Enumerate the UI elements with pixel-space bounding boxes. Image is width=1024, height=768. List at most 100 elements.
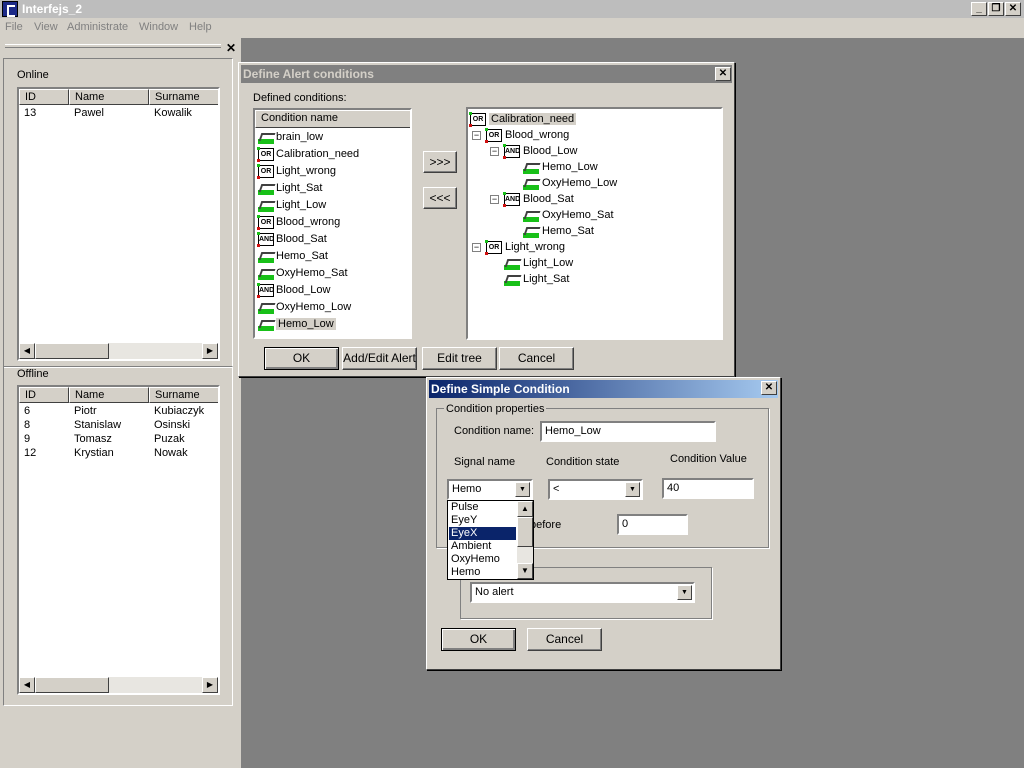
dropdown-option[interactable]: Hemo xyxy=(449,566,516,579)
scroll-left-icon[interactable]: ◀ xyxy=(19,677,35,693)
chevron-down-icon[interactable]: ▼ xyxy=(625,482,640,497)
chevron-down-icon[interactable]: ▼ xyxy=(515,482,530,497)
tree-node[interactable]: AND Blood_Low xyxy=(503,143,577,159)
alert-combo[interactable]: No alert ▼ xyxy=(470,582,695,603)
panel-close-icon[interactable]: ✕ xyxy=(226,41,236,55)
signal-name-dropdown[interactable]: Pulse EyeY EyeX Ambient OxyHemo Hemo ▲ ▼ xyxy=(447,500,534,580)
offline-list[interactable]: ID Name Surname 6 Piotr Kubiaczyk 8 Stan… xyxy=(17,385,220,695)
list-item[interactable]: OR Light_wrong xyxy=(257,163,336,179)
list-item[interactable]: brain_low xyxy=(258,129,323,145)
tree-expander-icon[interactable]: − xyxy=(472,243,481,252)
conditions-tree[interactable]: OR Calibration_need − OR Blood_wrong − AND Bloo… xyxy=(466,107,723,340)
table-row[interactable]: 6 Piotr Kubiaczyk xyxy=(19,404,218,418)
simple-cancel-button[interactable]: Cancel xyxy=(527,628,602,651)
table-row[interactable]: 12 Krystian Nowak xyxy=(19,446,218,460)
edit-tree-button[interactable]: Edit tree xyxy=(422,347,497,370)
tree-node[interactable]: OxyHemo_Low xyxy=(523,175,617,191)
scroll-right-icon[interactable]: ▶ xyxy=(202,343,218,359)
tree-expander-icon[interactable]: − xyxy=(490,195,499,204)
table-row[interactable]: 9 Tomasz Puzak xyxy=(19,432,218,446)
before-input[interactable]: 0 xyxy=(617,514,688,535)
panel-grip[interactable] xyxy=(5,44,221,48)
column-surname[interactable]: Surname xyxy=(149,387,218,403)
list-item[interactable]: Hemo_Low xyxy=(258,316,336,332)
remove-from-tree-button[interactable]: <<< xyxy=(423,187,457,209)
table-row[interactable]: 13 Pawel Kowalik xyxy=(19,106,218,120)
alert-dialog-close-button[interactable]: ✕ xyxy=(715,67,731,81)
condition-name-header[interactable]: Condition name xyxy=(255,110,410,128)
restore-button[interactable]: ❒ xyxy=(988,2,1004,16)
condition-name-input[interactable]: Hemo_Low xyxy=(540,421,716,442)
tree-node[interactable]: Light_Low xyxy=(504,255,573,271)
signal-name-combo[interactable]: Hemo ▼ xyxy=(447,479,533,500)
column-name[interactable]: Name xyxy=(69,387,149,403)
scroll-thumb[interactable] xyxy=(517,517,533,547)
list-item[interactable]: OxyHemo_Low xyxy=(258,299,351,315)
condition-value-input[interactable]: 40 xyxy=(662,478,754,499)
list-item[interactable]: OxyHemo_Sat xyxy=(258,265,348,281)
tree-node[interactable]: OR Blood_wrong xyxy=(485,127,569,143)
scroll-left-icon[interactable]: ◀ xyxy=(19,343,35,359)
list-item[interactable]: Hemo_Sat xyxy=(258,248,328,264)
scroll-thumb[interactable] xyxy=(35,343,109,359)
dropdown-option[interactable]: Pulse xyxy=(449,501,516,514)
condition-label: Light_Sat xyxy=(276,182,323,194)
dropdown-option[interactable]: Ambient xyxy=(449,540,516,553)
ok-button[interactable]: OK xyxy=(264,347,339,370)
tree-expander-icon[interactable]: − xyxy=(490,147,499,156)
list-item[interactable]: Light_Sat xyxy=(258,180,322,196)
online-hscroll[interactable]: ◀ ▶ xyxy=(19,343,218,359)
tree-node[interactable]: Light_Sat xyxy=(504,271,569,287)
simple-dialog-close-button[interactable]: ✕ xyxy=(761,381,777,395)
scroll-down-icon[interactable]: ▼ xyxy=(517,563,533,579)
list-item[interactable]: AND Blood_Low xyxy=(257,282,330,298)
tree-node[interactable]: Hemo_Sat xyxy=(523,223,594,239)
simple-dialog-titlebar[interactable]: Define Simple Condition xyxy=(429,380,778,398)
list-item[interactable]: OR Blood_wrong xyxy=(257,214,340,230)
menu-view[interactable]: View xyxy=(34,21,58,33)
column-id[interactable]: ID xyxy=(19,89,69,105)
simple-condition-dialog: Define Simple Condition ✕ Condition prop… xyxy=(426,377,781,670)
tree-node[interactable]: OR Light_wrong xyxy=(485,239,565,255)
column-id[interactable]: ID xyxy=(19,387,69,403)
menu-file[interactable]: File xyxy=(5,21,23,33)
online-list[interactable]: ID Name Surname 13 Pawel Kowalik ◀ ▶ xyxy=(17,87,220,361)
scroll-thumb[interactable] xyxy=(35,677,109,693)
table-row[interactable]: 8 Stanislaw Osinski xyxy=(19,418,218,432)
cancel-button[interactable]: Cancel xyxy=(499,347,574,370)
list-item[interactable]: AND Blood_Sat xyxy=(257,231,327,247)
dropdown-option[interactable]: OxyHemo xyxy=(449,553,516,566)
app-close-button[interactable]: ✕ xyxy=(1005,2,1021,16)
dropdown-option[interactable]: EyeY xyxy=(449,514,516,527)
cell-id: 8 xyxy=(24,419,31,431)
list-item[interactable]: OR Calibration_need xyxy=(257,146,359,162)
dropdown-option[interactable]: EyeX xyxy=(449,527,516,540)
tree-node[interactable]: OR Calibration_need xyxy=(469,111,577,127)
tree-expander-icon[interactable]: − xyxy=(472,131,481,140)
tree-node[interactable]: Hemo_Low xyxy=(523,159,598,175)
menu-window[interactable]: Window xyxy=(139,21,178,33)
conditions-list[interactable]: Condition name brain_low OR Calibration_ne… xyxy=(253,108,412,339)
tree-node-label: Light_wrong xyxy=(505,241,565,253)
simple-ok-button[interactable]: OK xyxy=(441,628,516,651)
chevron-down-icon[interactable]: ▼ xyxy=(677,585,692,600)
alert-dialog-titlebar[interactable]: Define Alert conditions xyxy=(241,65,732,83)
dropdown-scrollbar[interactable]: ▲ ▼ xyxy=(517,501,533,579)
scroll-up-icon[interactable]: ▲ xyxy=(517,501,533,517)
column-surname[interactable]: Surname xyxy=(149,89,218,105)
menu-help[interactable]: Help xyxy=(189,21,212,33)
app-icon[interactable] xyxy=(2,1,18,17)
scroll-right-icon[interactable]: ▶ xyxy=(202,677,218,693)
condition-state-combo[interactable]: < ▼ xyxy=(548,479,643,500)
condition-value-label: Condition Value xyxy=(670,453,747,465)
app-titlebar: Interfejs_2 _ ❒ ✕ xyxy=(0,0,1024,18)
tree-node[interactable]: OxyHemo_Sat xyxy=(523,207,614,223)
column-name[interactable]: Name xyxy=(69,89,149,105)
tree-node[interactable]: AND Blood_Sat xyxy=(503,191,574,207)
list-item[interactable]: Light_Low xyxy=(258,197,326,213)
offline-hscroll[interactable]: ◀ ▶ xyxy=(19,677,218,693)
menu-administrate[interactable]: Administrate xyxy=(67,21,128,33)
add-edit-alert-button[interactable]: Add/Edit Alert xyxy=(342,347,417,370)
add-to-tree-button[interactable]: >>> xyxy=(423,151,457,173)
minimize-button[interactable]: _ xyxy=(971,2,987,16)
